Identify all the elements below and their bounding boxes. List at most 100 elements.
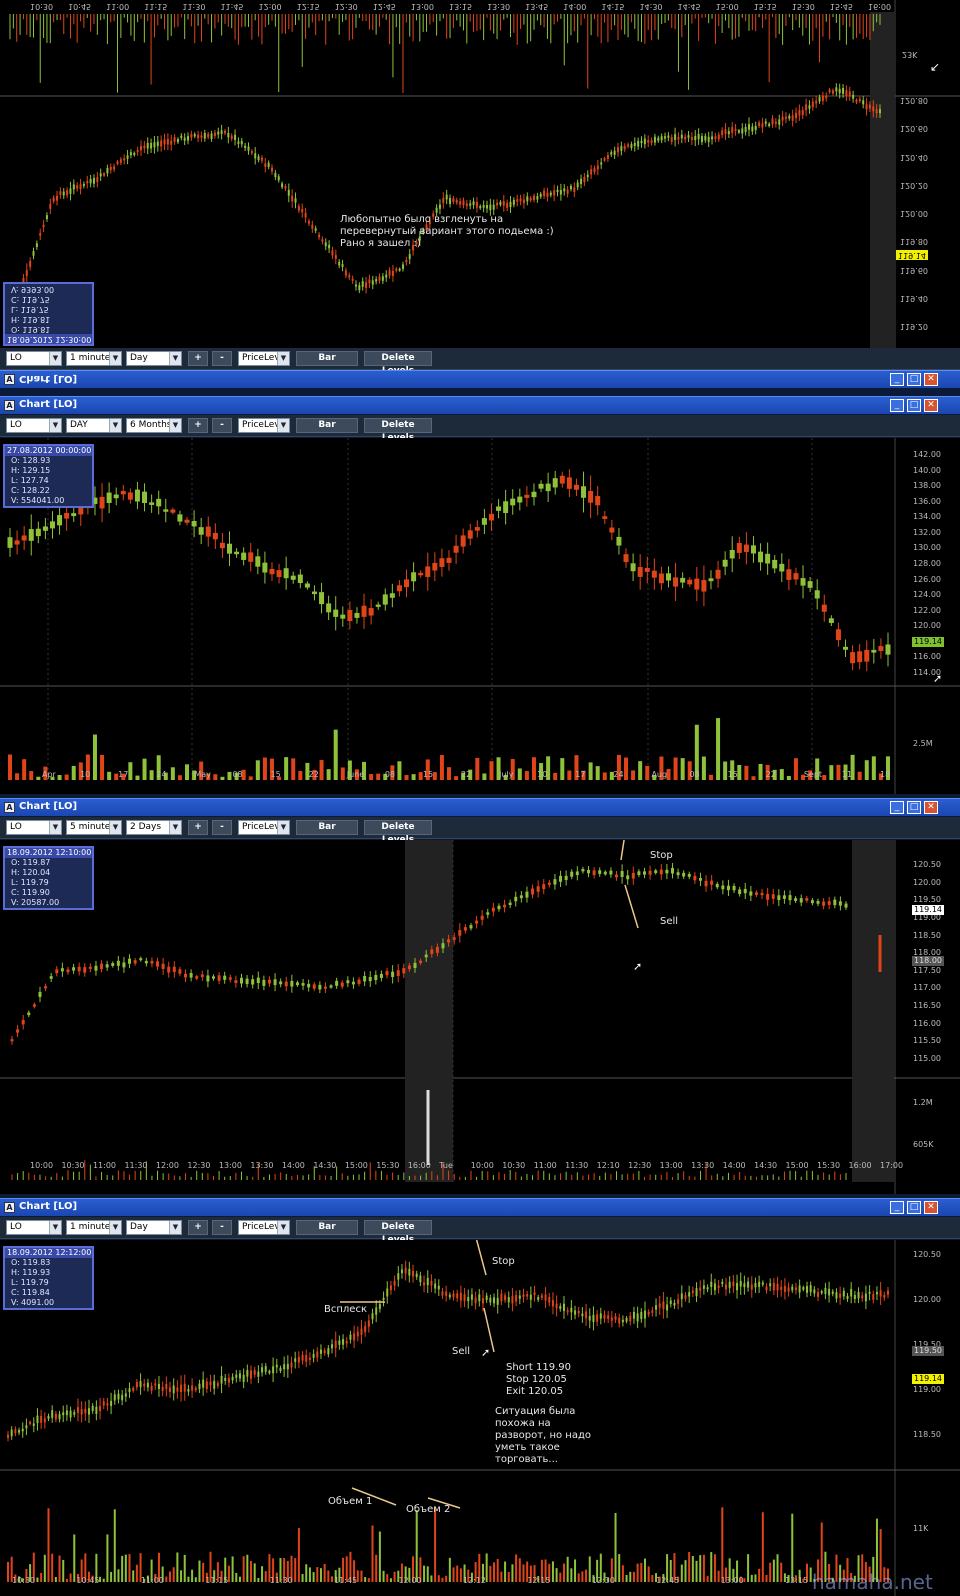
volume-bar bbox=[26, 14, 28, 35]
close-button[interactable]: ✕ bbox=[924, 399, 938, 412]
volume-bar bbox=[67, 1170, 69, 1180]
candle-body bbox=[77, 966, 81, 972]
interval-select[interactable]: 1 minute ▼ bbox=[66, 351, 122, 366]
volume-bar bbox=[106, 14, 108, 45]
candle-body bbox=[673, 577, 679, 587]
volume-bar bbox=[393, 1571, 396, 1582]
volume-bar bbox=[403, 1172, 405, 1180]
candle-body bbox=[784, 116, 787, 119]
bar-button[interactable]: Bar bbox=[296, 820, 358, 835]
bar-button[interactable]: Bar bbox=[296, 418, 358, 433]
delete-levels-button[interactable]: Delete Levels bbox=[364, 418, 432, 443]
volume-bar bbox=[769, 1562, 772, 1582]
candle-body bbox=[711, 136, 714, 140]
symbol-select[interactable]: LO ▼ bbox=[6, 351, 62, 366]
volume-bar bbox=[684, 14, 686, 25]
candle-body bbox=[553, 879, 557, 885]
volume-bar bbox=[100, 754, 105, 780]
close-button[interactable]: ✕ bbox=[924, 801, 938, 814]
w2-titlebar[interactable]: A Chart [LO] _ □ ✕ bbox=[0, 396, 960, 414]
symbol-select[interactable]: LO ▼ bbox=[6, 418, 62, 433]
zoom-in-button[interactable]: + bbox=[188, 418, 208, 433]
candle-body bbox=[603, 158, 606, 161]
candle-body bbox=[248, 552, 254, 562]
maximize-button[interactable]: □ bbox=[907, 373, 921, 386]
price-levels-select[interactable]: PriceLeve ▼ bbox=[238, 1220, 290, 1235]
volume-bar bbox=[768, 14, 770, 83]
zoom-in-button[interactable]: + bbox=[188, 820, 208, 835]
volume-bar bbox=[718, 14, 720, 26]
volume-bar bbox=[113, 1509, 116, 1582]
volume-bar bbox=[788, 14, 790, 18]
close-button[interactable]: ✕ bbox=[924, 1201, 938, 1214]
volume-bar bbox=[180, 1570, 183, 1582]
interval-select[interactable]: 5 minutes ▼ bbox=[66, 820, 122, 835]
price-levels-select[interactable]: PriceLeve ▼ bbox=[238, 418, 290, 433]
minimize-button[interactable]: _ bbox=[890, 373, 904, 386]
interval-select[interactable]: 1 minute ▼ bbox=[66, 1220, 122, 1235]
w3-price-badge: 119.14 bbox=[912, 905, 944, 915]
w4-titlebar[interactable]: A Chart [LO] _ □ ✕ bbox=[0, 1198, 960, 1216]
interval-select[interactable]: DAY ▼ bbox=[66, 418, 122, 433]
minimize-button[interactable]: _ bbox=[890, 1201, 904, 1214]
delete-levels-button[interactable]: Delete Levels bbox=[364, 1220, 432, 1245]
maximize-button[interactable]: □ bbox=[907, 1201, 921, 1214]
candle-body bbox=[694, 135, 697, 141]
candle-body bbox=[857, 1292, 860, 1299]
chevron-down-icon: ▼ bbox=[49, 419, 61, 432]
zoom-out-button[interactable]: - bbox=[212, 820, 232, 835]
delete-levels-button[interactable]: Delete Levels bbox=[364, 351, 432, 376]
volume-bar bbox=[271, 14, 273, 21]
top-window-titlebar[interactable]: A Chart [LO] _ □ ✕ bbox=[0, 370, 960, 388]
volume-bar bbox=[475, 757, 480, 780]
x-tick-label: 13:00 bbox=[410, 2, 434, 11]
symbol-select[interactable]: LO ▼ bbox=[6, 1220, 62, 1235]
x-tick-label: 14:45 bbox=[677, 2, 701, 11]
volume-bar bbox=[323, 1564, 326, 1582]
info-close: C: 128.22 bbox=[11, 486, 50, 495]
bar-button[interactable]: Bar bbox=[296, 351, 358, 366]
minimize-button[interactable]: _ bbox=[890, 399, 904, 412]
range-select[interactable]: Day ▼ bbox=[126, 1220, 182, 1235]
zoom-in-button[interactable]: + bbox=[188, 1220, 208, 1235]
volume-bar bbox=[581, 1571, 584, 1582]
candle-body bbox=[167, 966, 171, 973]
maximize-button[interactable]: □ bbox=[907, 801, 921, 814]
w3-titlebar[interactable]: A Chart [LO] _ □ ✕ bbox=[0, 798, 960, 816]
zoom-out-button[interactable]: - bbox=[212, 418, 232, 433]
zoom-out-button[interactable]: - bbox=[212, 1220, 232, 1235]
volume-bar bbox=[9, 14, 11, 40]
volume-bar bbox=[93, 14, 95, 24]
volume-bar bbox=[595, 766, 600, 780]
volume-bar bbox=[560, 1173, 562, 1180]
volume-bar bbox=[160, 14, 162, 19]
symbol-select[interactable]: LO ▼ bbox=[6, 820, 62, 835]
zoom-out-button[interactable]: - bbox=[212, 351, 232, 366]
minimize-button[interactable]: _ bbox=[890, 801, 904, 814]
close-button[interactable]: ✕ bbox=[924, 373, 938, 386]
volume-bar bbox=[29, 771, 34, 780]
delete-levels-button[interactable]: Delete Levels bbox=[364, 820, 432, 845]
candle-body bbox=[386, 1288, 389, 1297]
candle-body bbox=[566, 1310, 569, 1313]
candle-body bbox=[448, 1294, 451, 1298]
session-shade bbox=[870, 12, 895, 348]
candle-body bbox=[842, 88, 845, 94]
volume-bar bbox=[540, 14, 542, 26]
x-tick-label: 16:00 bbox=[407, 1161, 431, 1170]
maximize-button[interactable]: □ bbox=[907, 399, 921, 412]
bar-button[interactable]: Bar bbox=[296, 1220, 358, 1235]
price-levels-select[interactable]: PriceLeve ▼ bbox=[238, 820, 290, 835]
candle-body bbox=[522, 1294, 525, 1297]
range-select[interactable]: 6 Months ▼ bbox=[126, 418, 182, 433]
zoom-in-button[interactable]: + bbox=[188, 351, 208, 366]
candle-body bbox=[326, 603, 332, 613]
volume-bar bbox=[523, 14, 525, 25]
price-levels-select[interactable]: PriceLeve ▼ bbox=[238, 351, 290, 366]
volume-bar bbox=[59, 14, 61, 21]
volume-bar bbox=[503, 14, 505, 20]
volume-bar bbox=[341, 1173, 343, 1180]
volume-bar bbox=[641, 14, 643, 43]
range-select[interactable]: Day ▼ bbox=[126, 351, 182, 366]
range-select[interactable]: 2 Days ▼ bbox=[126, 820, 182, 835]
